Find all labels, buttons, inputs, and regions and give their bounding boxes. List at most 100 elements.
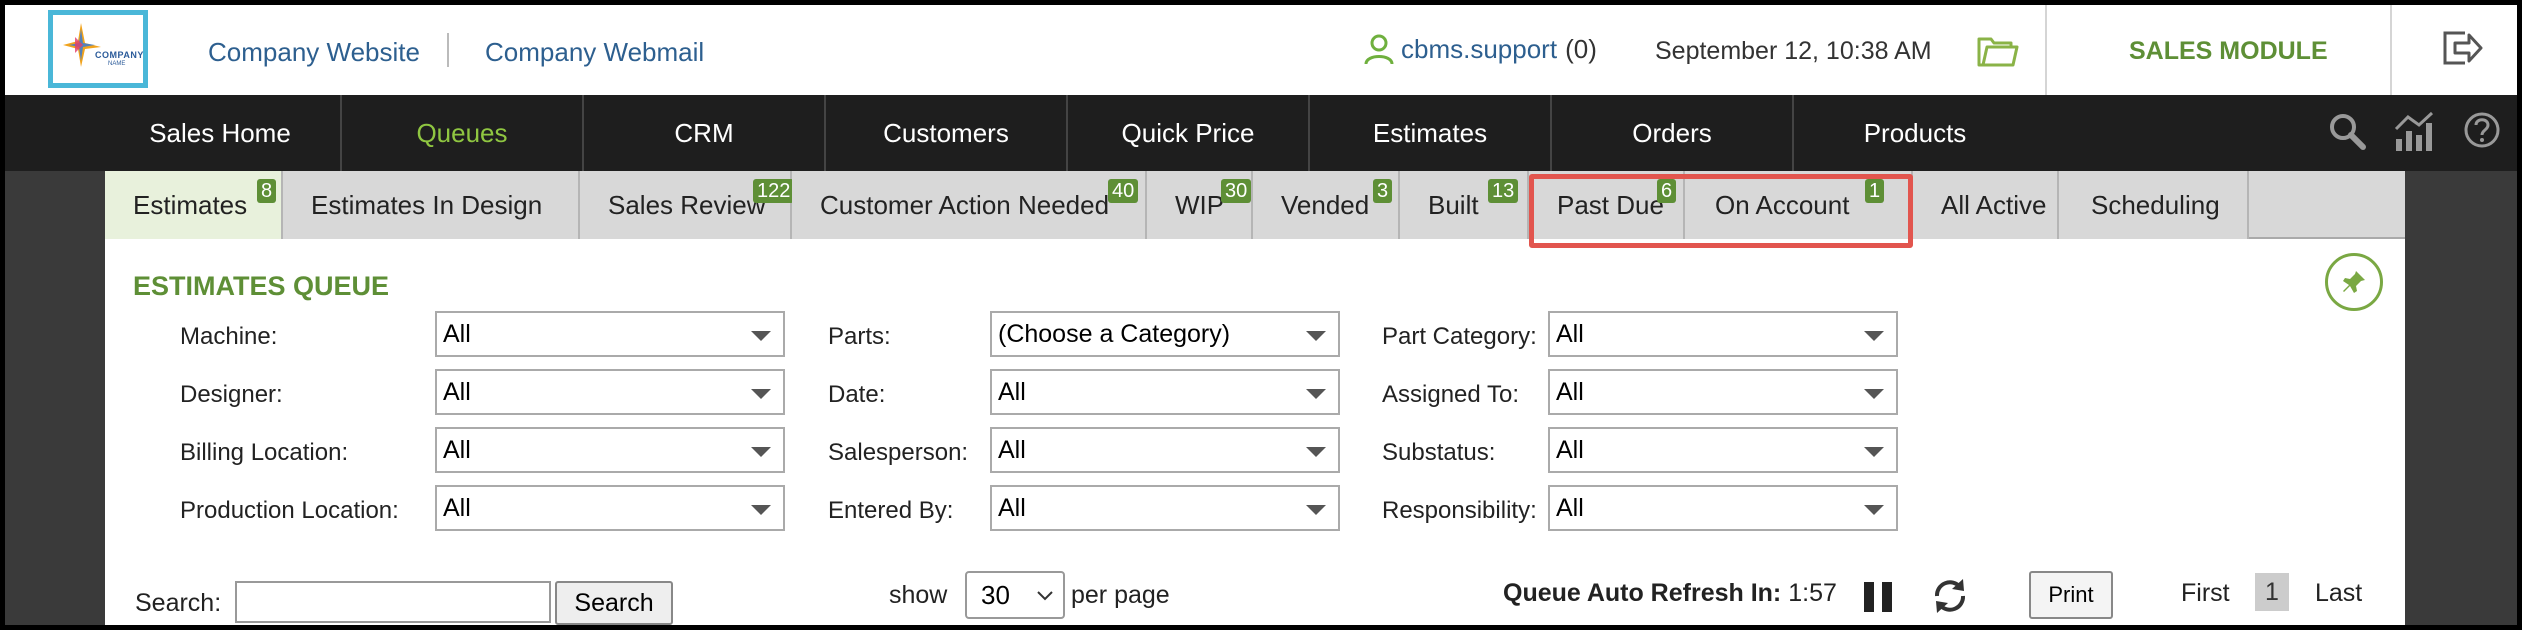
dropdown-arrow-icon [1864, 389, 1884, 399]
select-value: All [998, 493, 1026, 522]
filter-label: Responsibility: [1382, 497, 1537, 524]
nav-item-products[interactable]: Products [1794, 95, 2036, 171]
nav-item-estimates[interactable]: Estimates [1310, 95, 1552, 171]
main-content: Estimates 8 Estimates In Design Sales Re… [105, 171, 2405, 625]
nav-item-crm[interactable]: CRM [584, 95, 826, 171]
assigned-to-select[interactable]: All [1548, 369, 1898, 415]
entered-by-select[interactable]: All [990, 485, 1340, 531]
select-value: All [998, 435, 1026, 464]
user-name: cbms.support [1401, 33, 1558, 64]
tab-label: Estimates [133, 189, 248, 220]
parts-select[interactable]: (Choose a Category) [990, 311, 1340, 357]
tab-wip[interactable]: WIP 30 [1147, 171, 1253, 239]
pager-last-link[interactable]: Last [2315, 579, 2362, 608]
dropdown-arrow-icon [1306, 389, 1326, 399]
designer-select[interactable]: All [435, 369, 785, 415]
dropdown-arrow-icon [1306, 505, 1326, 515]
company-website-link[interactable]: Company Website [208, 37, 420, 68]
tab-sales-review[interactable]: Sales Review 122 [580, 171, 795, 239]
app-frame: COMPANY NAME Company Website Company Web… [5, 5, 2517, 625]
chevron-down-icon [1037, 591, 1053, 601]
select-value: All [1556, 435, 1584, 464]
count-badge: 30 [1221, 179, 1252, 203]
tab-scheduling[interactable]: Scheduling [2059, 171, 2249, 239]
pin-button[interactable] [2325, 253, 2383, 311]
pager-current-page[interactable]: 1 [2255, 573, 2289, 611]
pager-first-link[interactable]: First [2181, 579, 2230, 608]
tab-label: WIP [1175, 189, 1225, 220]
nav-item-customers[interactable]: Customers [826, 95, 1068, 171]
tab-estimates-in-design[interactable]: Estimates In Design [283, 171, 580, 239]
tab-label: Built [1428, 189, 1479, 220]
folder-icon[interactable] [1977, 35, 2019, 69]
help-icon[interactable] [2463, 111, 2501, 149]
filter-label: Designer: [180, 381, 283, 408]
dropdown-arrow-icon [1306, 447, 1326, 457]
salesperson-select[interactable]: All [990, 427, 1340, 473]
billing-location-select[interactable]: All [435, 427, 785, 473]
search-button[interactable]: Search [555, 581, 673, 625]
filter-label: Parts: [828, 323, 891, 350]
responsibility-select[interactable]: All [1548, 485, 1898, 531]
pause-icon[interactable] [1861, 579, 1895, 615]
tab-estimates[interactable]: Estimates 8 [105, 171, 283, 239]
dropdown-arrow-icon [751, 505, 771, 515]
header-divider [2390, 5, 2392, 95]
print-button[interactable]: Print [2029, 571, 2113, 619]
top-header: COMPANY NAME Company Website Company Web… [5, 5, 2517, 95]
company-logo[interactable]: COMPANY NAME [48, 10, 148, 88]
logo-text: COMPANY [95, 50, 144, 60]
filter-label: Date: [828, 381, 886, 408]
tab-label: Sales Review [608, 189, 766, 220]
filter-label: Machine: [180, 323, 278, 350]
user-info[interactable]: cbms.support (0) [1363, 33, 1597, 65]
tab-label: Customer Action Needed [820, 189, 1110, 220]
search-input[interactable] [235, 581, 551, 623]
filter-label: Entered By: [828, 497, 954, 524]
date-select[interactable]: All [990, 369, 1340, 415]
count-badge: 3 [1373, 179, 1393, 203]
per-page-select[interactable]: 30 [965, 571, 1065, 619]
analytics-chart-icon[interactable] [2392, 111, 2436, 153]
substatus-select[interactable]: All [1548, 427, 1898, 473]
search-label: Search: [135, 589, 222, 617]
select-value: (Choose a Category) [998, 319, 1231, 348]
queue-title: ESTIMATES QUEUE [133, 271, 390, 301]
production-location-select[interactable]: All [435, 485, 785, 531]
company-webmail-link[interactable]: Company Webmail [485, 37, 704, 68]
tab-built[interactable]: Built 13 [1400, 171, 1529, 239]
tab-label: Vended [1281, 189, 1370, 220]
filter-label: Part Category: [1382, 323, 1537, 350]
search-icon[interactable] [2327, 111, 2367, 151]
tab-vended[interactable]: Vended 3 [1253, 171, 1400, 239]
nav-item-queues[interactable]: Queues [342, 95, 584, 171]
per-page-value: 30 [981, 579, 1010, 610]
dropdown-arrow-icon [1864, 505, 1884, 515]
select-value: All [1556, 319, 1584, 348]
logo-star-icon [63, 23, 101, 67]
filter-label: Billing Location: [180, 439, 349, 466]
logout-icon[interactable] [2441, 29, 2483, 67]
count-badge: 122 [753, 179, 795, 203]
count-badge: 8 [257, 179, 277, 203]
refresh-icon[interactable] [1931, 577, 1969, 615]
part-category-select[interactable]: All [1548, 311, 1898, 357]
user-notification-count: (0) [1565, 33, 1597, 64]
current-datetime: September 12, 10:38 AM [1655, 37, 1932, 65]
nav-item-orders[interactable]: Orders [1552, 95, 1794, 171]
tab-all-active[interactable]: All Active [1913, 171, 2059, 239]
nav-item-quick-price[interactable]: Quick Price [1068, 95, 1310, 171]
dropdown-arrow-icon [751, 447, 771, 457]
nav-item-sales-home[interactable]: Sales Home [100, 95, 342, 171]
tab-customer-action-needed[interactable]: Customer Action Needed 40 [792, 171, 1147, 239]
header-divider [2045, 5, 2047, 95]
tab-label: Estimates In Design [311, 189, 543, 220]
dropdown-arrow-icon [1864, 331, 1884, 341]
logo-subtext: NAME [108, 61, 126, 67]
dropdown-arrow-icon [751, 389, 771, 399]
machine-select[interactable]: All [435, 311, 785, 357]
filter-label: Substatus: [1382, 439, 1496, 466]
per-page-label: per page [1071, 581, 1170, 609]
count-badge: 40 [1108, 179, 1139, 203]
count-badge: 13 [1488, 179, 1519, 203]
